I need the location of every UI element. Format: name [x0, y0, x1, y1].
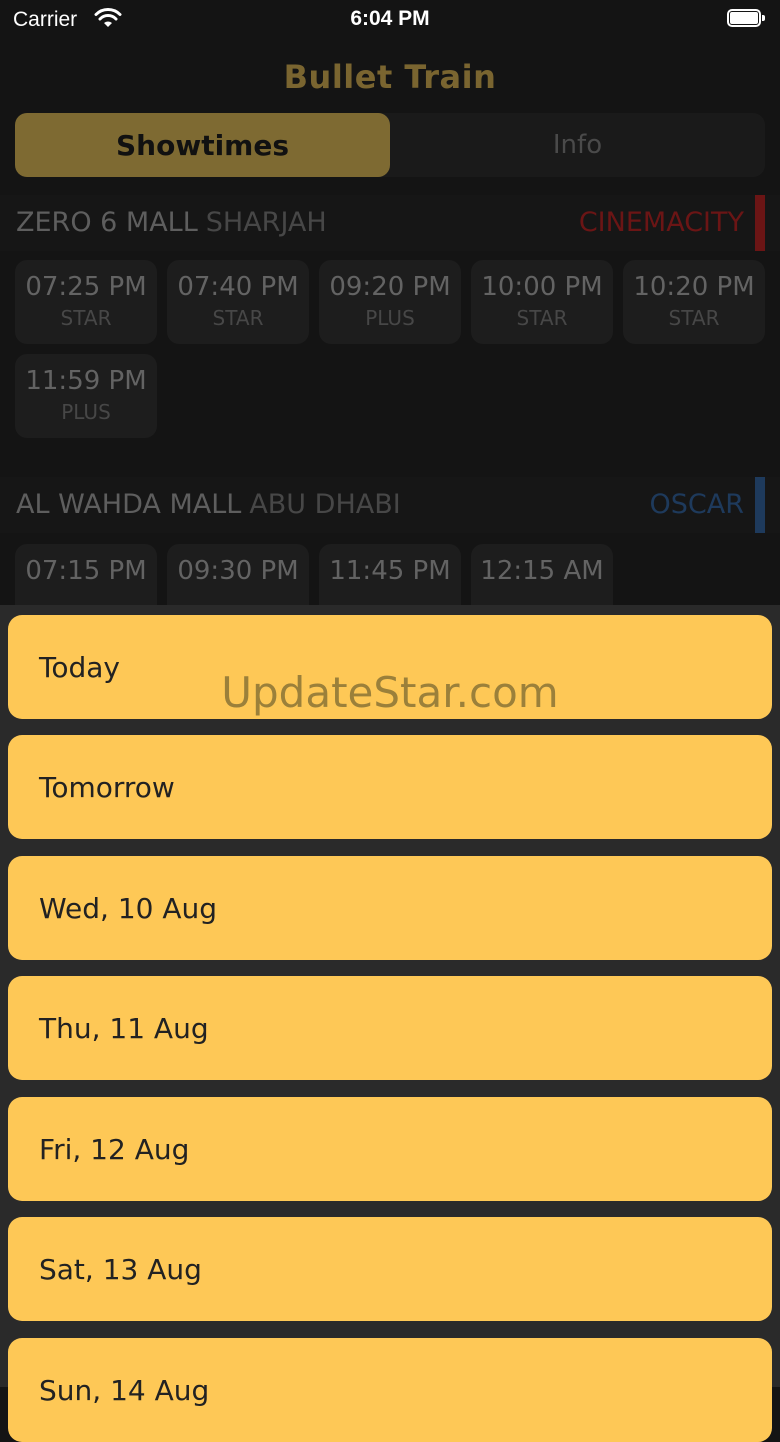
brand-color-bar — [755, 477, 765, 533]
showtime-slot[interactable]: 07:25 PM STAR — [15, 260, 157, 344]
date-option[interactable]: Thu, 11 Aug — [8, 976, 772, 1080]
tab-showtimes[interactable]: Showtimes — [15, 113, 390, 177]
battery-icon — [727, 9, 767, 29]
date-option[interactable]: Wed, 10 Aug — [8, 856, 772, 960]
brand-color-bar — [755, 195, 765, 251]
showtime-slot[interactable]: 11:59 PM PLUS — [15, 354, 157, 438]
showtime-slot[interactable]: 09:20 PM PLUS — [319, 260, 461, 344]
cinema-brand: OSCAR — [649, 489, 744, 520]
showtime-time: 12:15 AM — [480, 556, 604, 586]
showtime-time: 09:20 PM — [329, 272, 451, 302]
mall-name: ZERO 6 MALL — [16, 207, 198, 238]
showtime-time: 07:25 PM — [25, 272, 147, 302]
date-option-tomorrow[interactable]: Tomorrow — [8, 735, 772, 839]
mall-name: AL WAHDA MALL — [16, 489, 242, 520]
date-option[interactable]: Sun, 14 Aug — [8, 1338, 772, 1442]
city-name: SHARJAH — [205, 207, 327, 238]
showtime-format: STAR — [668, 306, 720, 330]
showtime-time: 09:30 PM — [177, 556, 299, 586]
segmented-control: Showtimes Info — [15, 113, 765, 177]
date-option[interactable]: Sat, 13 Aug — [8, 1217, 772, 1321]
city-name: ABU DHABI — [249, 489, 401, 520]
showtime-format: STAR — [60, 306, 112, 330]
showtime-format: PLUS — [365, 306, 415, 330]
cinema-name: ZERO 6 MALL SHARJAH — [16, 207, 327, 238]
showtime-time: 10:20 PM — [633, 272, 755, 302]
showtime-slot[interactable]: 10:20 PM STAR — [623, 260, 765, 344]
showtime-time: 11:45 PM — [329, 556, 451, 586]
date-option[interactable]: Fri, 12 Aug — [8, 1097, 772, 1201]
showtime-slot[interactable]: 07:40 PM STAR — [167, 260, 309, 344]
status-bar: Carrier 6:04 PM — [0, 0, 780, 40]
status-time: 6:04 PM — [350, 7, 430, 30]
showtime-format: STAR — [212, 306, 264, 330]
showtime-time: 11:59 PM — [25, 366, 147, 396]
date-option-today[interactable]: Today — [8, 615, 772, 719]
cinema-name: AL WAHDA MALL ABU DHABI — [16, 489, 401, 520]
showtime-time: 07:40 PM — [177, 272, 299, 302]
cinema-header: ZERO 6 MALL SHARJAH CINEMACITY — [0, 195, 780, 251]
showtime-slot[interactable]: 10:00 PM STAR — [471, 260, 613, 344]
showtime-format: STAR — [516, 306, 568, 330]
cinema-brand: CINEMACITY — [578, 207, 744, 238]
showtime-format: PLUS — [61, 400, 111, 424]
tab-info[interactable]: Info — [390, 113, 765, 177]
showtime-time: 07:15 PM — [25, 556, 147, 586]
movie-title: Bullet Train — [283, 58, 497, 96]
cinema-header: AL WAHDA MALL ABU DHABI OSCAR — [0, 477, 780, 533]
showtime-time: 10:00 PM — [481, 272, 603, 302]
date-picker-sheet: Today Tomorrow Wed, 10 Aug Thu, 11 Aug F… — [0, 605, 780, 1442]
